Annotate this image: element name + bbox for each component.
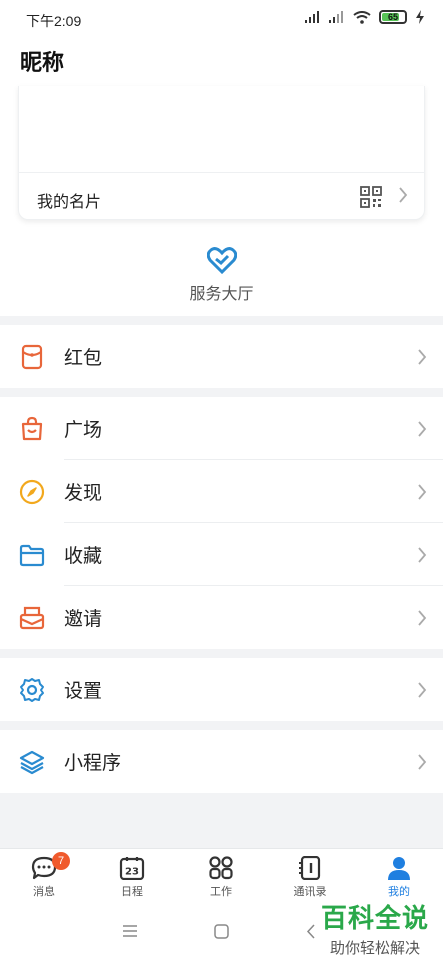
tab-label-calendar: 日程: [121, 886, 143, 898]
menu-item-mini-programs[interactable]: 小程序: [0, 730, 443, 793]
header: 昵称: [0, 36, 443, 86]
menu-item-invite[interactable]: 邀请: [0, 586, 443, 649]
menu-label-red-packet: 红包: [64, 348, 103, 369]
chevron-right-icon: [418, 420, 427, 437]
menu-group-mini-programs: 小程序: [0, 730, 443, 793]
gear-icon: [20, 677, 44, 702]
menu-label-settings: 设置: [64, 681, 103, 702]
tab-label-messages: 消息: [33, 886, 55, 898]
menu-icon[interactable]: [122, 924, 138, 938]
menu-item-discover[interactable]: 发现: [0, 460, 443, 523]
status-bar: 下午2:09 65: [0, 0, 443, 36]
menu-label-plaza: 广场: [64, 420, 103, 441]
user-icon: [388, 857, 410, 880]
calendar-icon: 23: [119, 857, 145, 880]
grid-icon: [209, 856, 233, 880]
menu-label-favorites: 收藏: [64, 546, 103, 567]
menu-group-main: 广场 发现 收藏 邀请: [0, 397, 443, 649]
status-time: 下午2:09: [26, 13, 82, 29]
chevron-right-icon: [418, 681, 427, 698]
heart-handshake-icon: [206, 247, 237, 274]
unread-badge: 7: [52, 852, 70, 870]
home-icon[interactable]: [214, 924, 229, 939]
contacts-book-icon: [299, 856, 321, 880]
watermark: 百科全说 助你轻松解决: [321, 898, 429, 958]
menu-group-red-packet: 红包: [0, 325, 443, 388]
battery-icon: 65: [379, 10, 407, 24]
chevron-right-icon: [418, 546, 427, 563]
status-icons: 65: [305, 10, 425, 24]
service-hall-label: 服务大厅: [189, 286, 254, 303]
chevron-right-icon: [418, 483, 427, 500]
service-hall-button[interactable]: 服务大厅: [0, 246, 443, 304]
invite-envelope-icon: [19, 606, 45, 629]
menu-label-mini-programs: 小程序: [64, 753, 122, 774]
business-card[interactable]: 我的名片: [18, 86, 425, 220]
battery-level: 65: [387, 12, 398, 22]
signal-icon: [305, 11, 319, 23]
tab-calendar[interactable]: 23 日程: [88, 849, 176, 909]
watermark-subtitle: 助你轻松解决: [329, 940, 420, 957]
tab-work[interactable]: 工作: [177, 849, 265, 909]
tab-label-contacts: 通讯录: [293, 886, 327, 898]
tab-label-me: 我的: [388, 886, 410, 898]
tab-messages[interactable]: 7 消息: [0, 849, 88, 909]
back-icon[interactable]: [306, 924, 316, 939]
menu-item-plaza[interactable]: 广场: [0, 397, 443, 460]
menu-item-red-packet[interactable]: 红包: [0, 325, 443, 388]
chevron-right-icon: [418, 753, 427, 770]
page-title[interactable]: 昵称: [20, 45, 64, 77]
shopping-bag-icon: [21, 416, 43, 440]
red-packet-icon: [21, 344, 43, 369]
business-card-label: 我的名片: [37, 194, 102, 211]
menu-group-settings: 设置: [0, 658, 443, 721]
menu-label-discover: 发现: [64, 483, 103, 504]
chevron-right-icon: [418, 609, 427, 626]
tab-label-work: 工作: [210, 886, 232, 898]
chevron-right-icon: [418, 348, 427, 365]
charging-icon: [416, 10, 424, 24]
qr-code-icon[interactable]: [360, 186, 382, 208]
wifi-icon: [353, 10, 371, 24]
menu-item-favorites[interactable]: 收藏: [0, 523, 443, 586]
card-divider: [19, 172, 424, 173]
calendar-day: 23: [125, 867, 139, 878]
layers-icon: [19, 750, 45, 774]
menu-label-invite: 邀请: [64, 609, 103, 630]
chevron-right-icon: [399, 187, 408, 203]
folder-icon: [19, 544, 45, 566]
compass-icon: [19, 479, 45, 504]
profile-section: 我的名片 服务大厅: [0, 86, 443, 316]
watermark-title: 百科全说: [320, 903, 429, 933]
signal-hd-icon: [329, 11, 343, 23]
menu-item-settings[interactable]: 设置: [0, 658, 443, 721]
